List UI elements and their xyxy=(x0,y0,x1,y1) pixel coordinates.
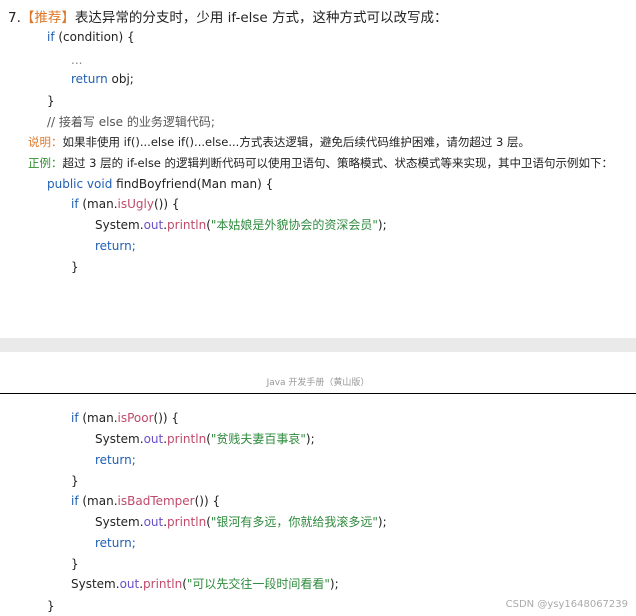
code-line: System.out.println("银河有多远，你就给我滚多远"); xyxy=(95,515,387,529)
code-line: return; xyxy=(95,453,136,467)
code-line: if (man.isUgly()) { xyxy=(71,197,180,211)
csdn-watermark: CSDN @ysy1648067239 xyxy=(505,599,628,610)
explain-label: 说明： xyxy=(28,135,63,149)
example-label: 正例： xyxy=(28,156,63,170)
section-title: 表达异常的分支时，少用 if-else 方式，这种方式可以改写成： xyxy=(74,10,448,26)
code-line: if (man.isPoor()) { xyxy=(71,411,180,425)
code-line: if (condition) { xyxy=(47,30,135,44)
code-line: } xyxy=(47,94,55,108)
code-line: public void findBoyfriend(Man man) { xyxy=(47,177,274,191)
code-line: } xyxy=(71,474,79,488)
code-line: System.out.println("贫贱夫妻百事哀"); xyxy=(95,432,315,446)
code-line: } xyxy=(71,260,79,274)
code-line: System.out.println("本姑娘是外貌协会的资深会员"); xyxy=(95,218,387,232)
code-line: } xyxy=(71,557,79,571)
code-line: } xyxy=(47,599,55,613)
recommend-tag: 【推荐】 xyxy=(20,10,75,26)
explain-text: 如果非使用 if()...else if()...else...方式表达逻辑，避… xyxy=(62,135,530,149)
code-line: return; xyxy=(95,536,136,550)
example-note: 正例：超过 3 层的 if-else 的逻辑判断代码可以使用卫语句、策略模式、状… xyxy=(28,155,613,171)
page-break xyxy=(0,338,636,352)
example-text: 超过 3 层的 if-else 的逻辑判断代码可以使用卫语句、策略模式、状态模式… xyxy=(62,156,614,170)
code-line: System.out.println("可以先交往一段时间看看"); xyxy=(71,577,339,591)
explain-note: 说明：如果非使用 if()...else if()...else...方式表达逻… xyxy=(28,134,530,150)
code-line: ... xyxy=(71,53,83,67)
section-heading: 7.【推荐】表达异常的分支时，少用 if-else 方式，这种方式可以改写成： xyxy=(8,6,448,26)
section-number: 7. xyxy=(8,10,21,26)
code-line: if (man.isBadTemper()) { xyxy=(71,494,221,508)
page-divider xyxy=(0,393,636,394)
page-footer: Java 开发手册（黄山版） xyxy=(266,378,370,388)
code-line: return obj; xyxy=(71,72,134,86)
code-line: return; xyxy=(95,239,136,253)
code-comment: // 接着写 else 的业务逻辑代码; xyxy=(47,115,215,129)
